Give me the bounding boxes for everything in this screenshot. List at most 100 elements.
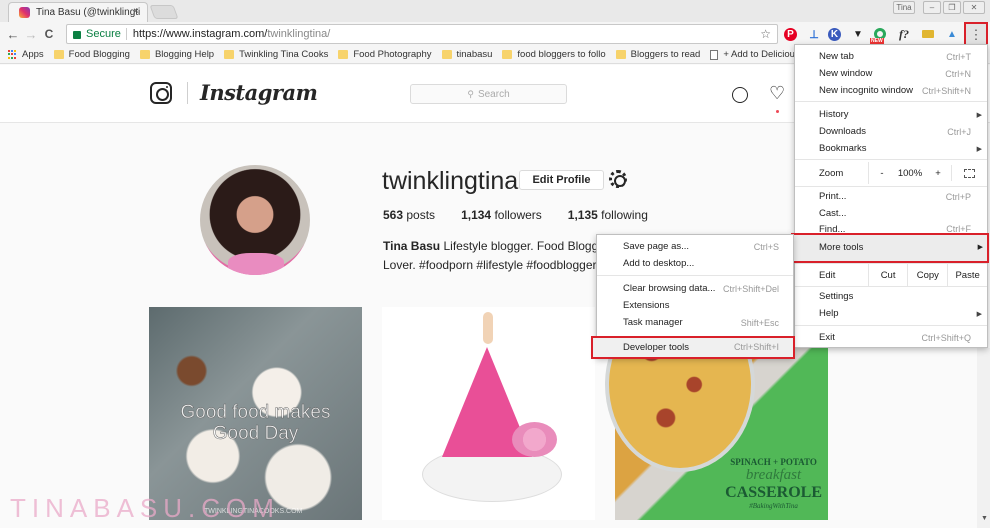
notification-dot (776, 110, 779, 113)
menu-item-new-window[interactable]: New window Ctrl+N (795, 65, 987, 82)
minimize-button[interactable]: – (923, 1, 941, 14)
fullscreen-button[interactable] (951, 165, 987, 181)
menu-item-new-tab[interactable]: New tab Ctrl+T (795, 48, 987, 65)
tab-title: Tina Basu (@twinklingti (36, 7, 141, 18)
reload-button[interactable]: C (40, 27, 58, 41)
bookmark-apps[interactable]: Apps (8, 49, 44, 60)
menu-item-save-page[interactable]: Save page as... Ctrl+S (597, 238, 793, 255)
search-placeholder: Search (477, 88, 510, 100)
menu-item-bookmarks[interactable]: Bookmarks ▶ (795, 140, 987, 157)
klout-extension-icon[interactable]: K (828, 28, 841, 41)
profile-username: twinklingtina (382, 167, 519, 195)
fullscreen-icon (964, 168, 975, 178)
menu-item-add-to-desktop[interactable]: Add to desktop... (597, 255, 793, 272)
lock-icon (73, 31, 81, 39)
bookmark-page[interactable]: + Add to Delicious (710, 49, 800, 60)
menu-item-help[interactable]: Help ▶ (795, 305, 987, 322)
fonts-extension-icon[interactable]: f? (896, 26, 912, 42)
folder-icon (502, 50, 513, 59)
address-bar[interactable]: Secure https://www.instagram.com/ twinkl… (66, 24, 778, 44)
menu-item-history[interactable]: History ▶ (795, 106, 987, 123)
notes-extension-icon[interactable] (920, 26, 936, 42)
menu-item-extensions[interactable]: Extensions (597, 297, 793, 314)
owl-extension-icon[interactable]: ▼ (850, 26, 866, 42)
submenu-arrow-icon: ▶ (977, 244, 983, 251)
url-path: twinklingtina/ (267, 28, 331, 40)
restore-button[interactable]: ❐ (943, 1, 961, 14)
folder-icon (441, 50, 452, 59)
window-close-button[interactable]: ✕ (963, 1, 985, 14)
tab-close-icon[interactable]: × (133, 6, 139, 17)
followers-stat[interactable]: 1,134 followers (461, 208, 542, 222)
copy-button[interactable]: Copy (907, 264, 947, 286)
bookmark-folder[interactable]: Food Blogging (53, 49, 130, 60)
more-tools-submenu: Save page as... Ctrl+S Add to desktop... … (591, 234, 795, 359)
menu-item-downloads[interactable]: Downloads Ctrl+J (795, 123, 987, 140)
menu-item-settings[interactable]: Settings (795, 288, 987, 305)
profile-avatar[interactable] (200, 165, 310, 275)
browser-tab[interactable]: Tina Basu (@twinklingti × (8, 2, 148, 22)
pinterest-extension-icon[interactable]: P (784, 28, 797, 41)
menu-item-developer-tools[interactable]: Developer tools Ctrl+Shift+I (591, 336, 795, 359)
bookmark-star-icon[interactable]: ☆ (760, 27, 771, 41)
title-bar: Tina Basu (@twinklingti × Tina – ❐ ✕ (0, 0, 990, 22)
page-scrollbar[interactable] (977, 348, 990, 528)
bookmark-folder[interactable]: food bloggers to follo (502, 49, 606, 60)
chrome-main-menu: New tab Ctrl+T New window Ctrl+N New incog… (791, 44, 989, 348)
menu-item-task-manager[interactable]: Task manager Shift+Esc (597, 314, 793, 331)
profile-button[interactable]: Tina (893, 1, 915, 14)
bookmark-folder[interactable]: tinabasu (441, 49, 492, 60)
instagram-camera-icon[interactable] (150, 82, 172, 104)
stats-extension-icon[interactable]: ▲ (944, 26, 960, 42)
options-gear-icon[interactable] (609, 170, 627, 188)
search-icon: ⚲ (467, 88, 474, 99)
profile-bio: Tina Basu Lifestyle blogger. Food Blogge… (383, 239, 609, 272)
user-extension-icon[interactable]: ⊥ (806, 26, 822, 42)
menu-item-more-tools[interactable]: More tools ▶ (791, 233, 989, 263)
url-base: https://www.instagram.com/ (132, 28, 268, 40)
folder-icon (53, 50, 64, 59)
bookmark-folder[interactable]: Blogging Help (139, 49, 214, 60)
post-thumbnail[interactable] (382, 307, 595, 520)
submenu-arrow-icon: ▶ (976, 145, 982, 153)
activity-heart-icon[interactable]: ♡ (769, 83, 785, 104)
post-thumbnail[interactable]: Good food makes Good Day TWINKLINGTINACO… (149, 307, 362, 520)
back-button[interactable]: ← (4, 27, 22, 42)
forward-button[interactable]: → (22, 27, 40, 42)
folder-icon (224, 50, 235, 59)
zoom-in-button[interactable]: + (925, 162, 951, 184)
zoom-out-button[interactable]: - (869, 162, 895, 184)
menu-item-incognito[interactable]: New incognito window Ctrl+Shift+N (795, 82, 987, 99)
search-input[interactable]: ⚲ Search (410, 84, 567, 104)
new-tab-button[interactable] (149, 5, 179, 19)
scroll-down-icon[interactable]: ▼ (981, 515, 988, 522)
post-caption-overlay: Good food makes Good Day (180, 402, 331, 445)
cut-button[interactable]: Cut (867, 264, 908, 286)
bookmark-folder[interactable]: Food Photography (338, 49, 432, 60)
menu-item-cast[interactable]: Cast... (795, 205, 987, 222)
paste-button[interactable]: Paste (947, 264, 987, 286)
menu-item-exit[interactable]: Exit Ctrl+Shift+Q (795, 329, 987, 346)
explore-compass-icon[interactable] (732, 87, 748, 103)
folder-icon (615, 50, 626, 59)
bookmark-folder[interactable]: Twinkling Tina Cooks (224, 49, 328, 60)
folder-icon (338, 50, 349, 59)
browser-toolbar: ← → C Secure https://www.instagram.com/ … (0, 22, 990, 46)
following-stat[interactable]: 1,135 following (568, 208, 648, 222)
zoom-row: Zoom - 100% + (795, 162, 987, 184)
edit-row: Edit Cut Copy Paste (795, 264, 987, 286)
submenu-arrow-icon: ▶ (976, 111, 982, 119)
posts-stat: 563 posts (383, 208, 436, 222)
edit-profile-button[interactable]: Edit Profile (519, 170, 604, 190)
page-icon (710, 49, 719, 60)
secure-label: Secure (86, 28, 121, 40)
new-badge-extension-icon[interactable]: NEW (870, 26, 888, 44)
menu-item-print[interactable]: Print... Ctrl+P (795, 188, 987, 205)
zoom-level: 100% (897, 167, 923, 179)
bookmark-folder[interactable]: Bloggers to read (615, 49, 700, 60)
instagram-wordmark[interactable]: Instagram (200, 80, 318, 105)
post-title-overlay: SPINACH + POTATO breakfast CASSEROLE #Ba… (725, 457, 822, 510)
folder-icon (139, 50, 150, 59)
menu-item-clear-browsing-data[interactable]: Clear browsing data... Ctrl+Shift+Del (597, 280, 793, 297)
profile-stats: 563 posts 1,134 followers 1,135 followin… (383, 208, 648, 222)
